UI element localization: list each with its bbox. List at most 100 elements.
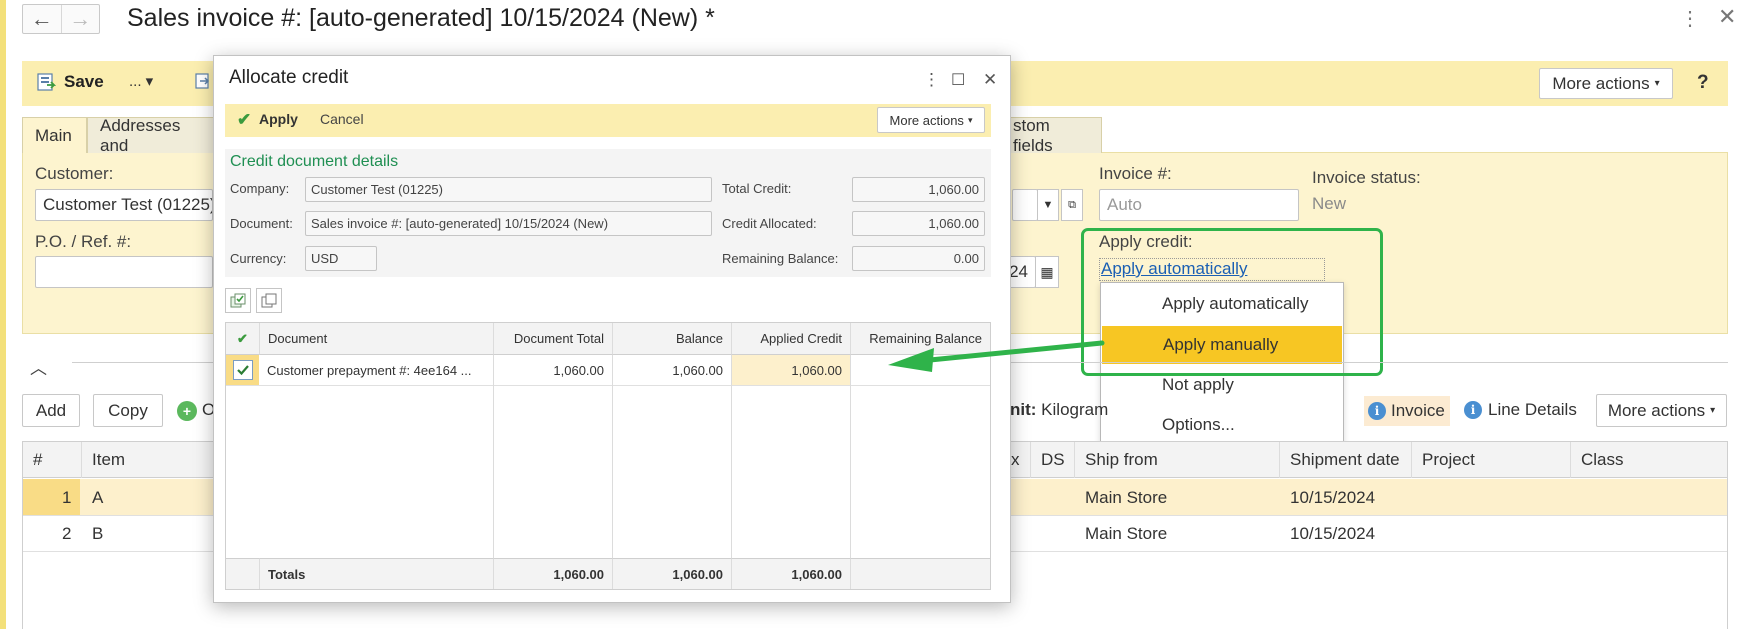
total-remaining-balance bbox=[850, 558, 990, 589]
caret-down-icon: ▾ bbox=[967, 114, 973, 125]
cell-applied-credit[interactable]: 1,060.00 bbox=[731, 355, 850, 385]
chevron-down-icon[interactable]: ▼ bbox=[1037, 189, 1059, 221]
col-class[interactable]: Class bbox=[1570, 442, 1727, 478]
currency-label: Currency: bbox=[230, 251, 287, 266]
total-credit-field: 1,060.00 bbox=[852, 177, 985, 202]
dialog-more-actions-label: More actions bbox=[889, 112, 964, 128]
dialog-more-actions-button[interactable]: More actions ▾ bbox=[877, 107, 985, 133]
cell-document-total: 1,060.00 bbox=[553, 362, 604, 378]
edit-link-icon[interactable]: ⧉ bbox=[1061, 189, 1083, 221]
invoice-tab-label: Invoice bbox=[1391, 401, 1445, 420]
grid-more-actions-label: More actions bbox=[1607, 400, 1706, 420]
total-document-total: 1,060.00 bbox=[493, 558, 612, 589]
cancel-button[interactable]: Cancel bbox=[320, 111, 364, 127]
option-options[interactable]: Options... bbox=[1101, 406, 1343, 444]
col-project[interactable]: Project bbox=[1411, 442, 1570, 478]
maximize-icon[interactable]: ☐ bbox=[951, 70, 965, 90]
tab-custom-fields[interactable]: stom fields bbox=[1000, 116, 1102, 155]
cell-shipment-date[interactable]: 10/15/2024 bbox=[1290, 488, 1375, 508]
window-menu-icon[interactable]: ⋮ bbox=[1680, 6, 1700, 31]
more-actions-button[interactable]: More actions ▾ bbox=[1539, 68, 1673, 99]
checkmark-icon: ✔ bbox=[237, 110, 252, 129]
page-title: Sales invoice #: [auto-generated] 10/15/… bbox=[127, 4, 715, 32]
add-item-icon[interactable]: + bbox=[177, 401, 197, 421]
row-checkbox-cell[interactable] bbox=[226, 355, 259, 385]
copy-rows-icon[interactable] bbox=[256, 288, 282, 313]
green-arrow-annotation bbox=[888, 340, 1105, 372]
document-field: Sales invoice #: [auto-generated] 10/15/… bbox=[305, 211, 712, 236]
row-checkbox[interactable] bbox=[232, 360, 253, 380]
invoice-number-label: Invoice #: bbox=[1099, 164, 1172, 183]
credit-details-title: Credit document details bbox=[230, 153, 399, 170]
col-line-number[interactable]: # bbox=[23, 442, 80, 478]
cell-line-number: 2 bbox=[62, 524, 72, 543]
cell-ship-from[interactable]: Main Store bbox=[1085, 524, 1167, 544]
import-icon[interactable] bbox=[194, 72, 212, 90]
left-accent-strip bbox=[0, 0, 6, 629]
add-button[interactable]: Add bbox=[22, 394, 80, 427]
totals-spacer bbox=[226, 558, 259, 589]
dialog-menu-icon[interactable]: ⋮ bbox=[923, 70, 940, 90]
select-all-icon[interactable] bbox=[225, 288, 251, 313]
window-close-icon[interactable]: ✕ bbox=[1718, 4, 1736, 30]
help-button[interactable]: ? bbox=[1697, 72, 1709, 94]
col-document-total[interactable]: Document Total bbox=[493, 323, 612, 355]
invoice-number-field[interactable]: Auto bbox=[1099, 189, 1299, 221]
line-details-label: Line Details bbox=[1488, 400, 1577, 419]
tab-addresses[interactable]: Addresses and bbox=[87, 116, 215, 155]
save-button[interactable]: Save bbox=[64, 72, 104, 92]
col-applied-credit[interactable]: Applied Credit bbox=[731, 323, 850, 355]
dialog-close-icon[interactable]: ✕ bbox=[983, 70, 997, 90]
cell-item[interactable]: A bbox=[92, 488, 103, 508]
total-applied-credit: 1,060.00 bbox=[731, 558, 850, 589]
totals-label: Totals bbox=[259, 558, 493, 589]
cell-item[interactable]: B bbox=[92, 524, 103, 544]
col-document[interactable]: Document bbox=[259, 323, 493, 355]
save-icon bbox=[37, 73, 56, 91]
caret-down-icon: ▾ bbox=[1654, 78, 1660, 89]
col-ds[interactable]: DS bbox=[1030, 442, 1074, 478]
cell-document[interactable]: Customer prepayment #: 4ee164 ... bbox=[259, 355, 493, 385]
cell-line-number: 1 bbox=[62, 488, 72, 507]
apply-button[interactable]: Apply bbox=[259, 111, 298, 127]
customer-field[interactable]: Customer Test (01225) bbox=[35, 189, 213, 221]
column-divider bbox=[493, 355, 494, 558]
unit-label: nit: bbox=[1010, 400, 1037, 419]
col-ship-from[interactable]: Ship from bbox=[1074, 442, 1279, 478]
invoice-status-value: New bbox=[1312, 194, 1347, 213]
po-field[interactable] bbox=[35, 256, 213, 288]
company-field: Customer Test (01225) bbox=[305, 177, 712, 202]
remaining-balance-label: Remaining Balance: bbox=[722, 251, 839, 266]
currency-field: USD bbox=[305, 246, 377, 271]
more-dropdown-button[interactable]: ... ▾ bbox=[129, 72, 153, 90]
cell-balance: 1,060.00 bbox=[672, 362, 723, 378]
select-column-checkmark-icon[interactable]: ✔ bbox=[226, 323, 259, 355]
column-divider bbox=[612, 355, 613, 558]
customer-label: Customer: bbox=[35, 164, 114, 183]
caret-down-icon: ▾ bbox=[1710, 405, 1716, 416]
checkmark-icon bbox=[236, 365, 249, 376]
dialog-title: Allocate credit bbox=[229, 67, 349, 88]
grid-more-actions-button[interactable]: More actions ▾ bbox=[1596, 394, 1727, 427]
back-button[interactable]: ← bbox=[23, 5, 61, 33]
collapse-chevron-icon[interactable]: ︿ bbox=[30, 354, 47, 379]
tab-main[interactable]: Main bbox=[22, 117, 87, 153]
calendar-icon[interactable]: ▦ bbox=[1035, 256, 1059, 288]
invoice-tab-button[interactable]: i Invoice bbox=[1364, 396, 1450, 426]
total-credit-label: Total Credit: bbox=[722, 181, 792, 196]
unit-value: Kilogram bbox=[1041, 400, 1109, 419]
line-details-button[interactable]: i Line Details bbox=[1464, 400, 1577, 420]
invoice-status-label: Invoice status: bbox=[1312, 168, 1421, 187]
cell-ship-from[interactable]: Main Store bbox=[1085, 488, 1167, 508]
company-label: Company: bbox=[230, 181, 290, 196]
info-icon: i bbox=[1464, 401, 1482, 419]
col-item[interactable]: Item bbox=[81, 442, 211, 478]
col-balance[interactable]: Balance bbox=[612, 323, 731, 355]
selector-field-fragment[interactable] bbox=[1012, 189, 1038, 221]
col-shipment-date[interactable]: Shipment date bbox=[1279, 442, 1411, 478]
cell-shipment-date[interactable]: 10/15/2024 bbox=[1290, 524, 1375, 544]
remaining-balance-field: 0.00 bbox=[852, 246, 985, 271]
forward-button[interactable]: → bbox=[60, 5, 100, 33]
document-label: Document: bbox=[230, 216, 293, 231]
copy-button[interactable]: Copy bbox=[93, 394, 163, 427]
